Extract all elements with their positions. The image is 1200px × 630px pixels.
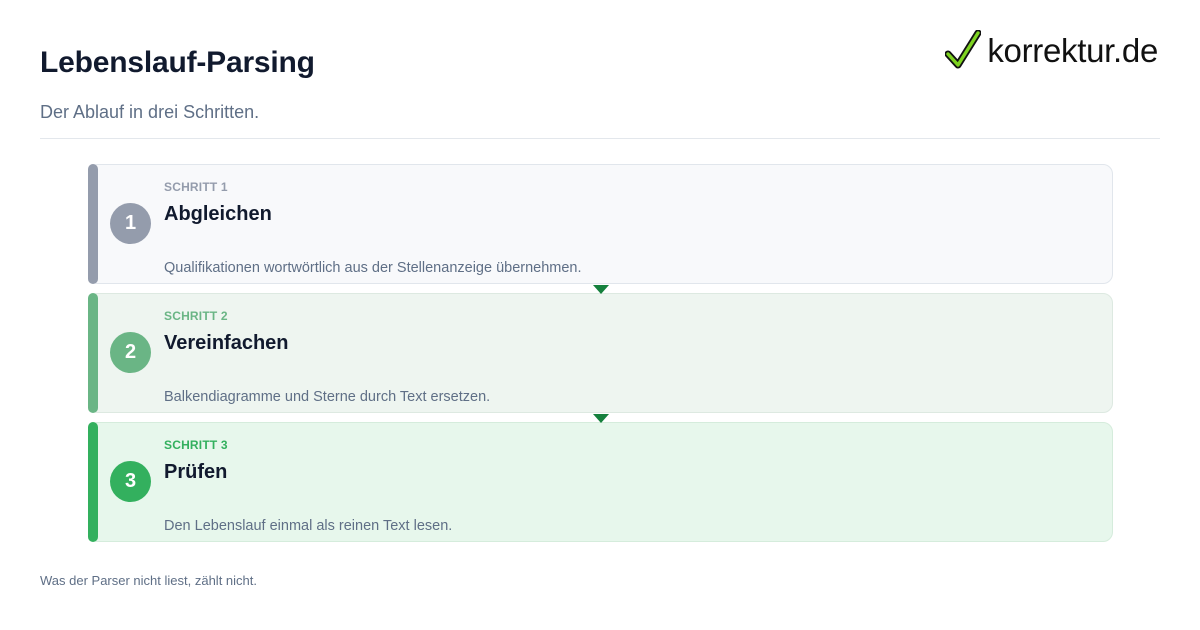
logo-text: korrektur.de [987,32,1158,69]
page: Lebenslauf-Parsing Der Ablauf in drei Sc… [0,0,1200,630]
step-card-3: 3 SCHRITT 3 Prüfen Den Lebenslauf einmal… [88,422,1113,542]
step-number-badge: 2 [110,332,151,373]
step-heading: Abgleichen [164,203,272,225]
step-label: SCHRITT 3 [164,438,228,452]
step-accent-bar [88,293,98,413]
step-heading: Prüfen [164,461,228,483]
step-accent-bar [88,422,98,542]
page-title: Lebenslauf-Parsing [40,46,315,79]
step-card-2: 2 SCHRITT 2 Vereinfachen Balkendiagramme… [88,293,1113,423]
step-description: Qualifikationen wortwörtlich aus der Ste… [164,260,582,276]
step-number-badge: 1 [110,203,151,244]
step-accent-bar [88,164,98,284]
checkmark-icon [945,30,982,69]
step-description: Balkendiagramme und Sterne durch Text er… [164,389,491,405]
arrow-down-icon [593,285,609,294]
step-list: 1 SCHRITT 1 Abgleichen Qualifikationen w… [88,164,1113,551]
step-card-1: 1 SCHRITT 1 Abgleichen Qualifikationen w… [88,164,1113,294]
step-number-badge: 3 [110,461,151,502]
header: Lebenslauf-Parsing Der Ablauf in drei Sc… [40,46,315,123]
step-label: SCHRITT 1 [164,180,228,194]
page-subtitle: Der Ablauf in drei Schritten. [40,102,260,122]
step-heading: Vereinfachen [164,332,289,354]
footer-note: Was der Parser nicht liest, zählt nicht. [40,573,257,588]
step-label: SCHRITT 2 [164,309,228,323]
brand-logo[interactable]: korrektur.de [945,30,1158,72]
arrow-down-icon [593,414,609,423]
step-description: Den Lebenslauf einmal als reinen Text le… [164,518,453,534]
header-divider [40,138,1160,139]
